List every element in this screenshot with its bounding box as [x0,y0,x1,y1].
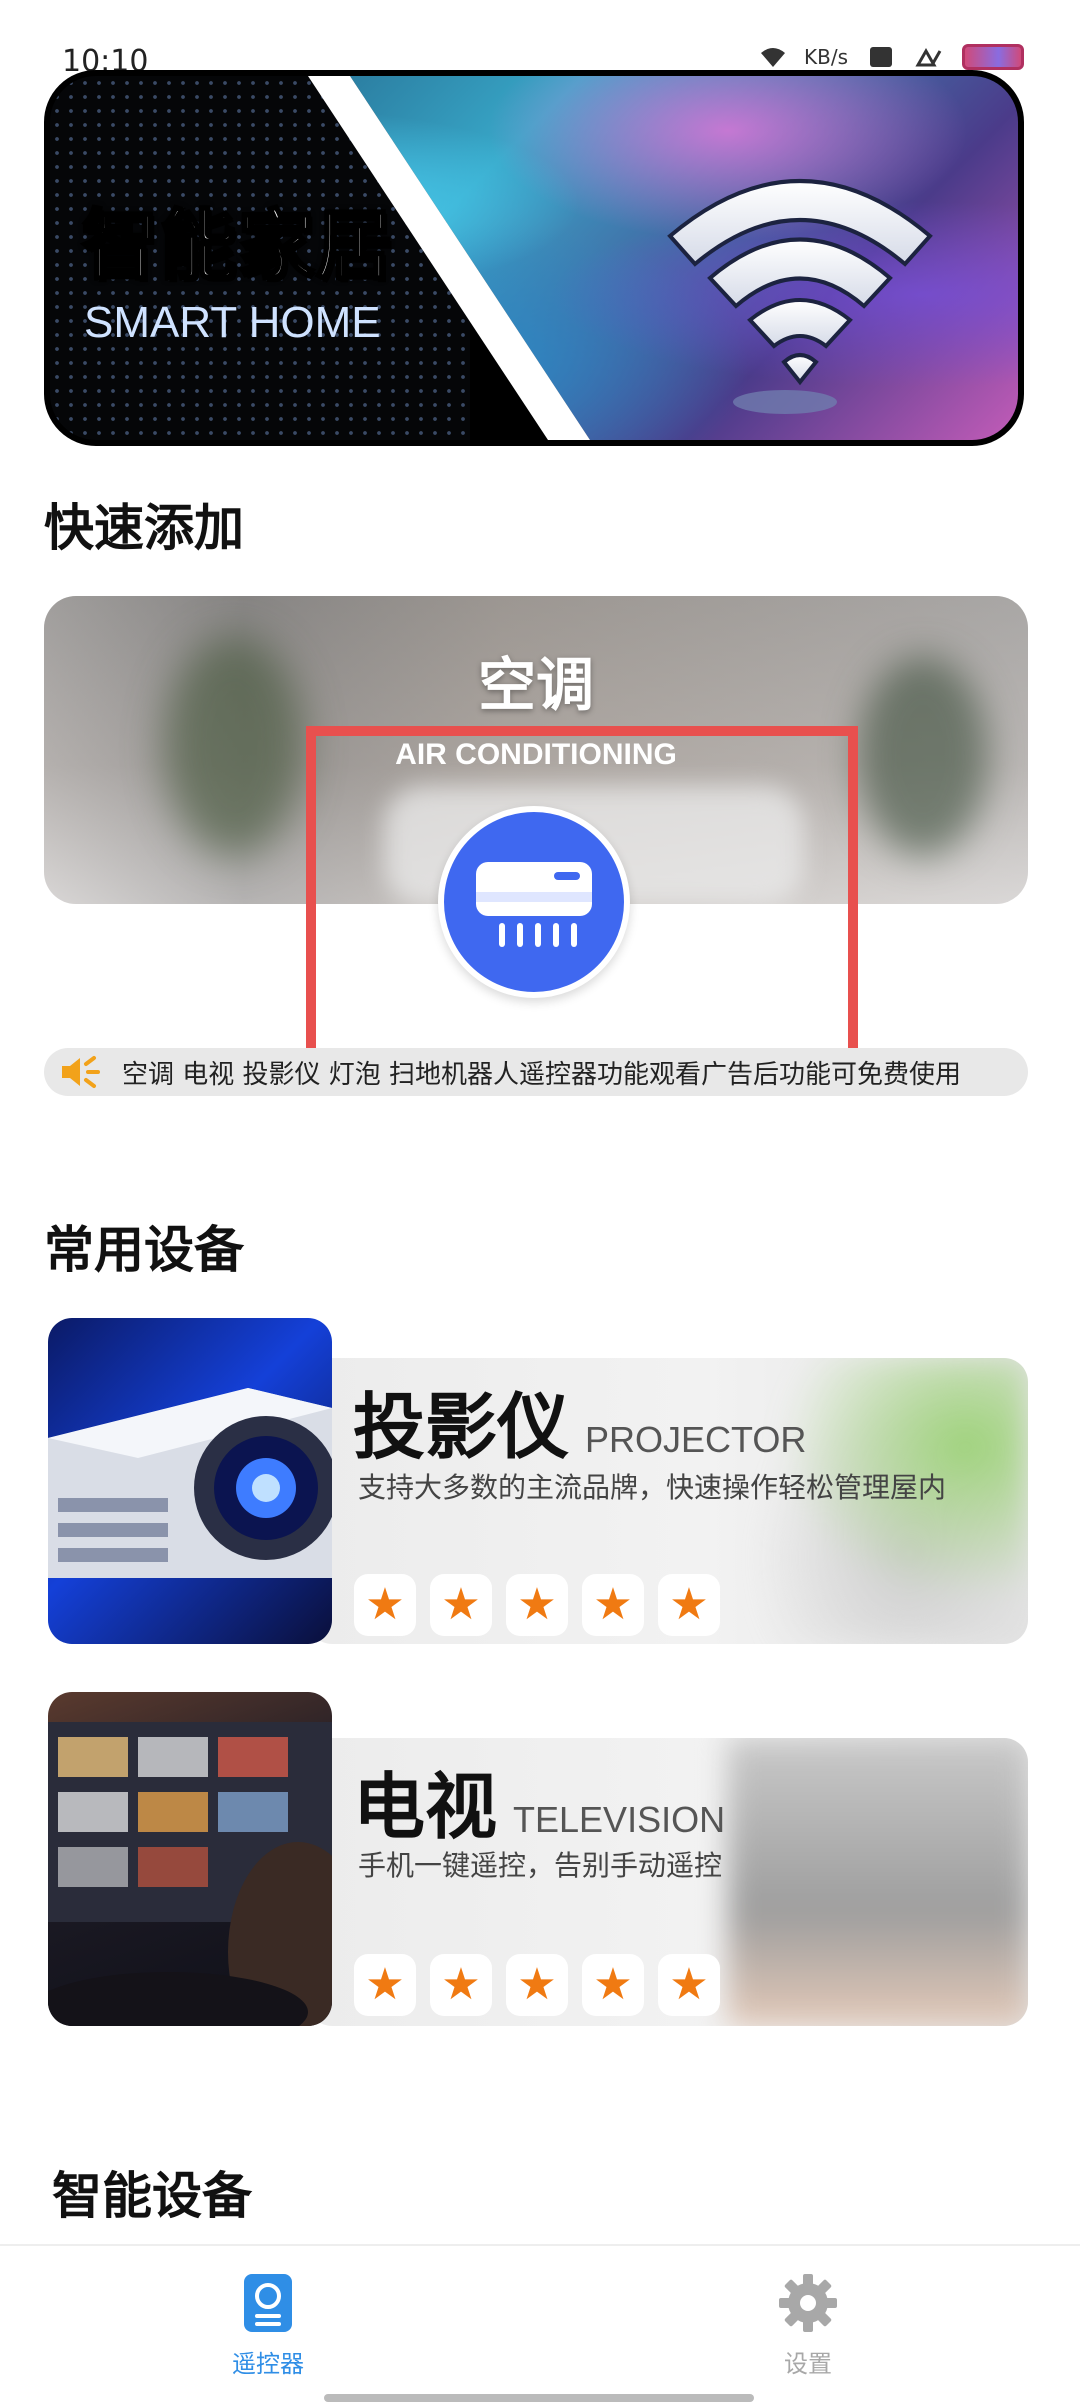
star-icon: ★ [354,1954,416,2016]
star-icon: ★ [658,1954,720,2016]
remote-icon [244,2274,292,2332]
signal-icon [915,47,942,67]
television-card[interactable]: 电视 TELEVISION 手机一键遥控，告别手动遥控 ★ ★ ★ ★ ★ [48,1692,1028,2026]
star-icon: ★ [582,1574,644,1636]
star-icon: ★ [354,1574,416,1636]
projector-rating: ★ ★ ★ ★ ★ [354,1574,720,1636]
home-indicator[interactable] [324,2394,754,2402]
television-title: 电视 TELEVISION [353,1765,726,1849]
notice-bar: 空调 电视 投影仪 灯泡 扫地机器人遥控器功能观看广告后功能可免费使用 [44,1048,1028,1096]
notice-text: 空调 电视 投影仪 灯泡 扫地机器人遥控器功能观看广告后功能可免费使用 [122,1060,962,1090]
smart-home-banner[interactable]: 智能家居 SMART HOME [44,70,1024,446]
television-image [48,1692,332,2026]
tab-settings-label: 设置 [784,2350,832,2378]
sim-icon [870,47,892,67]
gear-icon [779,2274,837,2332]
projector-image [48,1318,332,1644]
status-icons: KB/s [760,44,1024,70]
projector-description: 支持大多数的主流品牌，快速操作轻松管理屋内 [358,1471,947,1504]
smart-devices-title: 智能设备 [52,2156,322,2228]
battery-icon [962,44,1024,70]
tab-settings[interactable]: 设置 [708,2272,908,2379]
tab-remote-label: 遥控器 [232,2350,304,2378]
ac-title-cn: 空调 [477,651,594,719]
star-icon: ★ [506,1574,568,1636]
television-description: 手机一键遥控，告别手动遥控 [358,1849,723,1882]
highlight-box [306,726,858,1084]
projector-card[interactable]: 投影仪 PROJECTOR 支持大多数的主流品牌，快速操作轻松管理屋内 ★ ★ ★… [48,1318,1028,1644]
speaker-icon [62,1056,100,1088]
star-icon: ★ [582,1954,644,2016]
star-icon: ★ [506,1954,568,2016]
tab-remote[interactable]: 遥控器 [168,2272,368,2379]
banner-title-en: SMART HOME [84,298,381,347]
wifi-icon [667,179,933,414]
status-bar: 10:10 KB/s [0,0,1080,80]
star-icon: ★ [430,1954,492,2016]
banner-title-cn: 智能家居 [81,200,394,292]
wifi-status-icon [761,48,785,67]
quick-add-title: 快速添加 [40,488,244,560]
star-icon: ★ [430,1574,492,1636]
bottom-tab-bar: 遥控器 设置 [0,2244,1080,2408]
network-speed: KB/s [804,45,848,69]
star-icon: ★ [658,1574,720,1636]
projector-title: 投影仪 PROJECTOR [353,1385,807,1469]
television-rating: ★ ★ ★ ★ ★ [354,1954,720,2016]
common-devices-title: 常用设备 [40,1210,244,1282]
